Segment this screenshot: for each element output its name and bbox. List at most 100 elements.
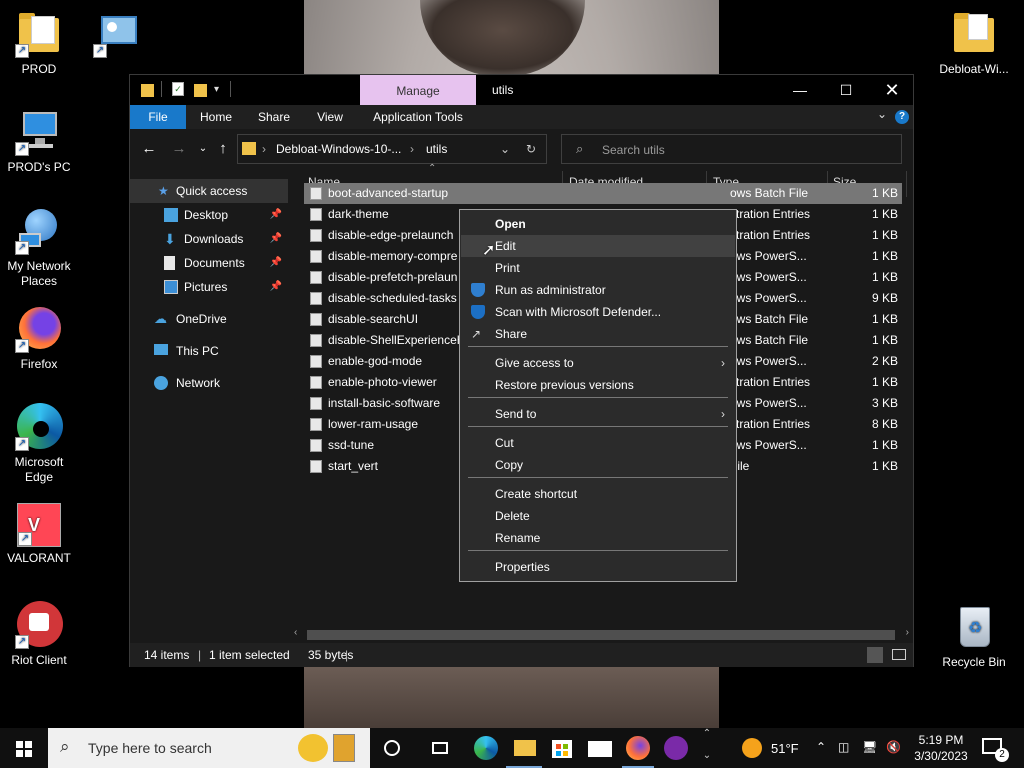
desktop-icon-firefox[interactable]: ↗ Firefox [1, 305, 77, 372]
context-menu-item-open[interactable]: Open [461, 213, 735, 235]
nav-this-pc[interactable]: This PC [130, 339, 288, 363]
pin-icon[interactable]: 📌 [270, 227, 282, 251]
network-tray-icon[interactable]: 🖥 [862, 740, 877, 754]
firefox-taskbar-icon[interactable] [624, 734, 652, 762]
game-app-icon[interactable] [662, 734, 690, 762]
task-view-icon[interactable] [426, 734, 454, 762]
recent-locations-chevron-icon[interactable]: ⌄ [192, 137, 214, 161]
desktop-icon [164, 208, 178, 222]
file-type: stration Entries [730, 207, 811, 221]
context-menu-item-create-shortcut[interactable]: Create shortcut [461, 483, 735, 505]
clock-time[interactable]: 5:19 PM [916, 733, 966, 747]
context-menu-item-rename[interactable]: Rename [461, 527, 735, 549]
file-explorer-taskbar-icon[interactable] [510, 734, 538, 762]
tab-file[interactable]: File [130, 105, 186, 129]
context-menu-item-print[interactable]: Print [461, 257, 735, 279]
nav-onedrive[interactable]: ☁ OneDrive [130, 307, 288, 331]
context-menu-item-scan-with-microsoft-defender[interactable]: Scan with Microsoft Defender... [461, 301, 735, 323]
desktop-icon-riot-client[interactable]: ↗ Riot Client [1, 601, 77, 668]
pictures-icon [164, 280, 178, 294]
breadcrumb-debloat[interactable]: Debloat-Windows-10-... [276, 142, 401, 156]
large-icons-view-icon[interactable] [892, 649, 906, 660]
nav-quick-access[interactable]: ★ Quick access [130, 179, 288, 203]
minimize-button[interactable]: — [777, 75, 823, 105]
search-highlight-icon[interactable] [298, 734, 328, 762]
mail-icon[interactable] [586, 734, 614, 762]
tab-application-tools[interactable]: Application Tools [366, 105, 470, 129]
desktop-icon-recycle-bin[interactable]: ♻ Recycle Bin [936, 603, 1012, 670]
desktop-icon-my-network-places[interactable]: ↗ My Network Places [1, 207, 77, 289]
clock-date[interactable]: 3/30/2023 [910, 749, 972, 763]
properties-icon[interactable]: ✓ [172, 82, 186, 98]
context-menu-item-restore-previous-versions[interactable]: Restore previous versions [461, 374, 735, 396]
search-highlight-icon[interactable] [333, 734, 355, 762]
back-arrow-icon[interactable]: ← [138, 137, 160, 161]
taskbar-scroll-chevrons[interactable]: ⌃ ⌄ [700, 728, 714, 768]
up-arrow-icon[interactable]: ↑ [212, 137, 234, 161]
context-menu-item-run-as-administrator[interactable]: Run as administrator [461, 279, 735, 301]
nav-pictures[interactable]: Pictures 📌 [130, 275, 288, 299]
details-view-icon[interactable] [867, 647, 883, 663]
pin-icon[interactable]: 📌 [270, 251, 282, 275]
start-button[interactable] [0, 728, 48, 768]
maximize-button[interactable]: ☐ [823, 75, 869, 105]
column-separator[interactable] [906, 171, 907, 197]
customize-toolbar-icon[interactable]: ▾ [214, 82, 228, 98]
context-menu-item-properties[interactable]: Properties [461, 556, 735, 578]
manage-tab[interactable]: Manage [360, 75, 476, 105]
context-menu-label: Create shortcut [495, 487, 578, 501]
taskbar-search-box[interactable]: ⌕ Type here to search [48, 728, 370, 768]
pin-icon[interactable]: 📌 [270, 203, 282, 227]
forward-arrow-icon[interactable]: → [168, 137, 190, 161]
file-row[interactable]: boot-advanced-startup ows Batch File 1 KB [304, 183, 902, 204]
context-menu-item-edit[interactable]: Edit [461, 235, 735, 257]
new-folder-icon[interactable] [194, 82, 208, 98]
file-name: dark-theme [328, 207, 389, 221]
scroll-right-icon[interactable]: › [906, 627, 909, 638]
help-icon[interactable]: ? [895, 110, 909, 124]
close-button[interactable]: ✕ [869, 75, 915, 105]
weather-temperature[interactable]: 51°F [771, 741, 799, 756]
desktop-icon-control-panel[interactable]: ↗ [79, 10, 155, 62]
weather-sun-icon[interactable] [742, 738, 762, 758]
file-type: ows PowerS... [730, 438, 807, 452]
nav-downloads[interactable]: ⬇ Downloads 📌 [130, 227, 288, 251]
expand-ribbon-chevron-icon[interactable]: ⌄ [877, 107, 887, 121]
show-hidden-icons-chevron-icon[interactable]: ⌃ [816, 740, 826, 754]
refresh-icon[interactable]: ↻ [526, 142, 536, 156]
context-menu-label: Send to [495, 407, 537, 421]
store-icon[interactable] [548, 734, 576, 762]
scrollbar-thumb[interactable] [307, 630, 895, 640]
context-menu-item-cut[interactable]: Cut [461, 432, 735, 454]
desktop-icon-valorant[interactable]: V ↗ VALORANT [1, 503, 77, 566]
breadcrumb-utils[interactable]: utils [426, 142, 447, 156]
tab-view[interactable]: View [306, 105, 354, 129]
address-dropdown-chevron-icon[interactable]: ⌄ [500, 142, 510, 156]
nav-desktop[interactable]: Desktop 📌 [130, 203, 288, 227]
nav-documents[interactable]: Documents 📌 [130, 251, 288, 275]
tab-share[interactable]: Share [250, 105, 298, 129]
meet-now-icon[interactable]: ◫ [838, 740, 849, 754]
desktop-icon-debloat-folder[interactable]: Debloat-Wi... [936, 10, 1012, 77]
pin-icon[interactable]: 📌 [270, 275, 282, 299]
tab-home[interactable]: Home [192, 105, 240, 129]
desktop-icon-prod[interactable]: ↗ PROD [1, 10, 77, 77]
scroll-left-icon[interactable]: ‹ [294, 627, 297, 638]
context-menu-label: Edit [495, 239, 516, 253]
context-menu-item-give-access-to[interactable]: Give access to › [461, 352, 735, 374]
horizontal-scrollbar[interactable]: ‹ › [290, 627, 913, 643]
context-menu-item-send-to[interactable]: Send to › [461, 403, 735, 425]
address-bar[interactable]: › Debloat-Windows-10-... › utils ⌄ ↻ [237, 134, 547, 164]
desktop-icon-edge[interactable]: ↗ Microsoft Edge [1, 403, 77, 485]
search-input[interactable]: ⌕ Search utils [561, 134, 902, 164]
cortana-icon[interactable] [378, 734, 406, 762]
context-menu-item-delete[interactable]: Delete [461, 505, 735, 527]
file-type: ows Batch File [730, 333, 809, 347]
nav-network[interactable]: Network [130, 371, 288, 395]
edge-taskbar-icon[interactable] [472, 734, 500, 762]
volume-muted-icon[interactable]: 🔇 [886, 740, 901, 754]
computer-icon [154, 344, 168, 355]
context-menu-item-share[interactable]: ↗ Share [461, 323, 735, 345]
context-menu-item-copy[interactable]: Copy [461, 454, 735, 476]
desktop-icon-prods-pc[interactable]: ↗ PROD's PC [1, 108, 77, 175]
